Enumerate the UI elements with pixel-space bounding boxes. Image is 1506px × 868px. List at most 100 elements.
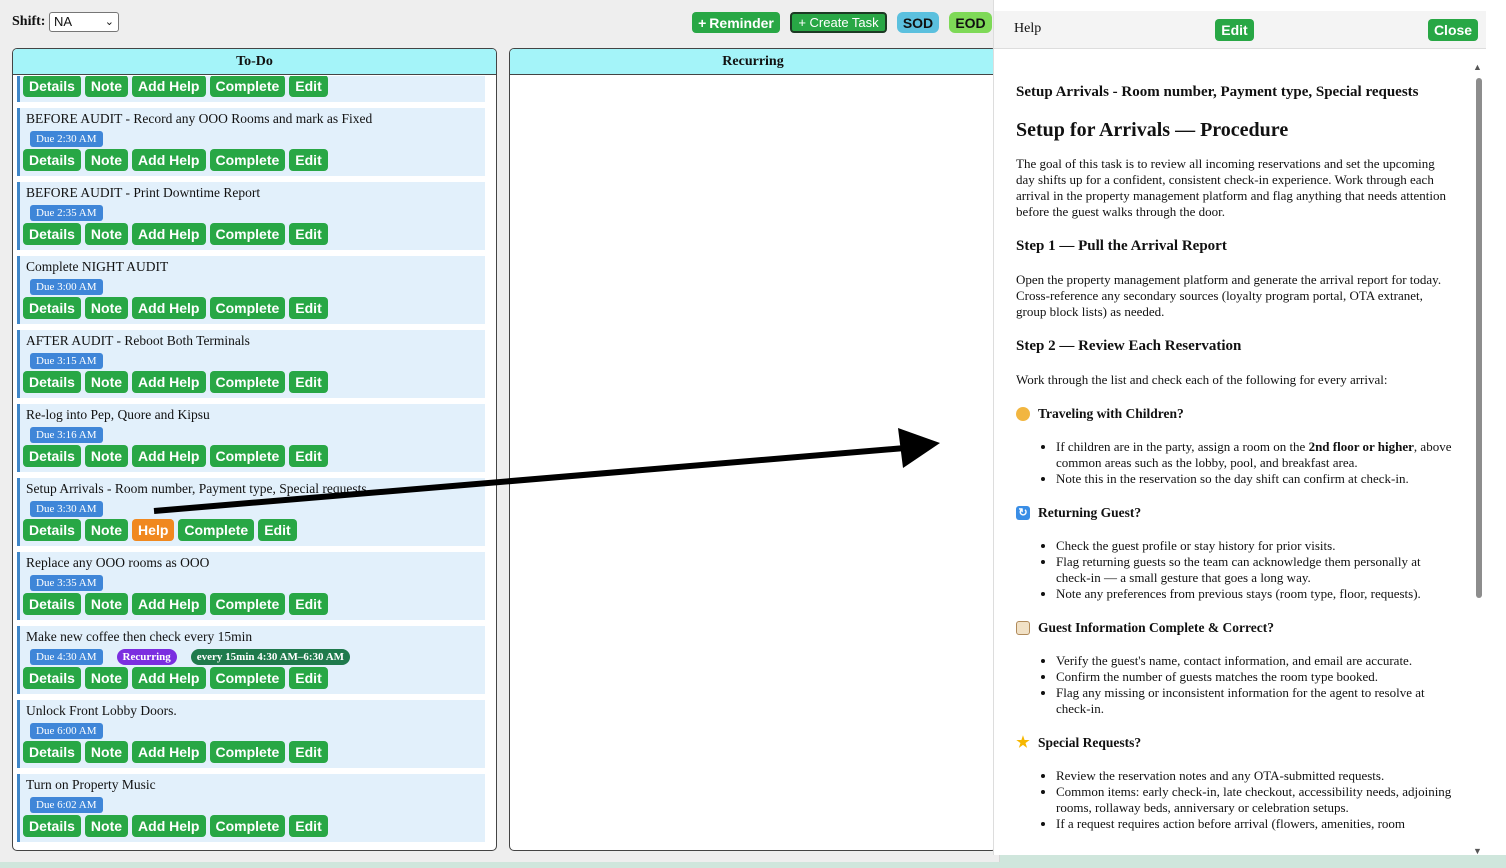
help-edit-button[interactable]: Edit bbox=[1215, 19, 1254, 41]
clipboard-icon bbox=[1016, 621, 1030, 635]
sod-button[interactable]: SOD bbox=[897, 12, 939, 33]
complete-button[interactable]: Complete bbox=[209, 76, 286, 97]
note-button[interactable]: Note bbox=[84, 667, 129, 689]
star-icon: ★ bbox=[1016, 735, 1030, 751]
complete-button[interactable]: Complete bbox=[209, 371, 286, 393]
task-card[interactable]: Make new coffee then check every 15min Du… bbox=[17, 626, 485, 694]
details-button[interactable]: Details bbox=[23, 297, 81, 319]
edit-button[interactable]: Edit bbox=[289, 445, 328, 467]
add-help-button[interactable]: Add Help bbox=[132, 76, 206, 97]
task-card[interactable]: Setup Arrivals - Room number, Payment ty… bbox=[17, 478, 485, 546]
eod-button[interactable]: EOD bbox=[949, 12, 992, 33]
scroll-down-arrow-icon[interactable]: ▼ bbox=[1473, 846, 1482, 856]
create-task-button[interactable]: + Create Task bbox=[790, 12, 887, 33]
task-actions: Details Note Add Help Complete Edit bbox=[23, 371, 328, 393]
details-button[interactable]: Details bbox=[23, 741, 81, 763]
details-button[interactable]: Details bbox=[23, 445, 81, 467]
complete-button[interactable]: Complete bbox=[209, 223, 286, 245]
scroll-up-arrow-icon[interactable]: ▲ bbox=[1473, 62, 1482, 72]
edit-button[interactable]: Edit bbox=[289, 815, 328, 837]
task-card[interactable]: Replace any OOO rooms as OOO Due 3:35 AM D… bbox=[17, 552, 485, 620]
add-help-button[interactable]: Add Help bbox=[132, 593, 206, 615]
list-item: Verify the guest's name, contact informa… bbox=[1056, 653, 1456, 669]
note-button[interactable]: Note bbox=[84, 519, 129, 541]
note-button[interactable]: Note bbox=[84, 297, 129, 319]
edit-button[interactable]: Edit bbox=[258, 519, 297, 541]
task-badges: Due 2:30 AM bbox=[30, 131, 103, 147]
task-app: Shift: NA ⌄ + Reminder + Create Task SOD… bbox=[0, 0, 1000, 862]
task-card[interactable]: Complete NIGHT AUDIT Due 3:00 AM Details No… bbox=[17, 256, 485, 324]
task-actions: Details Note Add Help Complete Edit bbox=[23, 667, 328, 689]
section-special-list: Review the reservation notes and any OTA… bbox=[1016, 768, 1456, 832]
task-title: Complete NIGHT AUDIT bbox=[26, 259, 169, 274]
edit-button[interactable]: Edit bbox=[289, 593, 328, 615]
details-button[interactable]: Details bbox=[23, 593, 81, 615]
task-title: Unlock Front Lobby Doors. bbox=[26, 703, 177, 718]
task-card[interactable]: Details Note Add Help Complete Edit bbox=[17, 76, 485, 102]
note-button[interactable]: Note bbox=[84, 741, 129, 763]
todo-task-list[interactable]: Details Note Add Help Complete Edit BEFORE AU… bbox=[17, 76, 485, 850]
edit-button[interactable]: Edit bbox=[289, 667, 328, 689]
edit-button[interactable]: Edit bbox=[289, 76, 328, 97]
task-card[interactable]: Turn on Property Music Due 6:02 AM Details… bbox=[17, 774, 485, 842]
details-button[interactable]: Details bbox=[23, 815, 81, 837]
note-button[interactable]: Note bbox=[84, 149, 129, 171]
list-item: Confirm the number of guests matches the… bbox=[1056, 669, 1456, 685]
add-help-button[interactable]: Add Help bbox=[132, 297, 206, 319]
help-close-button[interactable]: Close bbox=[1428, 19, 1478, 41]
complete-button[interactable]: Complete bbox=[209, 667, 286, 689]
edit-button[interactable]: Edit bbox=[289, 297, 328, 319]
complete-button[interactable]: Complete bbox=[209, 445, 286, 467]
details-button[interactable]: Details bbox=[23, 371, 81, 393]
details-button[interactable]: Details bbox=[23, 223, 81, 245]
add-help-button[interactable]: Add Help bbox=[132, 371, 206, 393]
add-help-button[interactable]: Add Help bbox=[132, 445, 206, 467]
due-badge: Due 3:00 AM bbox=[30, 279, 103, 295]
edit-button[interactable]: Edit bbox=[289, 223, 328, 245]
note-button[interactable]: Note bbox=[84, 76, 129, 97]
task-card[interactable]: AFTER AUDIT - Reboot Both Terminals Due 3… bbox=[17, 330, 485, 398]
add-help-button[interactable]: Add Help bbox=[132, 667, 206, 689]
complete-button[interactable]: Complete bbox=[209, 297, 286, 319]
complete-button[interactable]: Complete bbox=[209, 741, 286, 763]
shift-select[interactable]: NA ⌄ bbox=[49, 12, 119, 32]
task-card[interactable]: BEFORE AUDIT - Print Downtime Report Due … bbox=[17, 182, 485, 250]
note-button[interactable]: Note bbox=[84, 223, 129, 245]
add-help-button[interactable]: Add Help bbox=[132, 741, 206, 763]
help-button[interactable]: Help bbox=[132, 519, 175, 541]
todo-column: To-Do Details Note Add Help Complete Edit BEF… bbox=[12, 48, 497, 851]
list-item: Note any preferences from previous stays… bbox=[1056, 586, 1456, 602]
note-button[interactable]: Note bbox=[84, 371, 129, 393]
add-help-button[interactable]: Add Help bbox=[132, 149, 206, 171]
complete-button[interactable]: Complete bbox=[209, 815, 286, 837]
edit-button[interactable]: Edit bbox=[289, 371, 328, 393]
help-scrollbar-thumb[interactable] bbox=[1476, 78, 1482, 598]
due-badge: Due 3:15 AM bbox=[30, 353, 103, 369]
task-badges: Due 6:00 AM bbox=[30, 723, 103, 739]
complete-button[interactable]: Complete bbox=[178, 519, 255, 541]
reminder-label: Reminder bbox=[709, 14, 774, 31]
help-step1-title: Step 1 — Pull the Arrival Report bbox=[1016, 238, 1227, 254]
note-button[interactable]: Note bbox=[84, 815, 129, 837]
add-help-button[interactable]: Add Help bbox=[132, 815, 206, 837]
list-item: If a request requires action before arri… bbox=[1056, 816, 1456, 832]
details-button[interactable]: Details bbox=[23, 519, 81, 541]
frequency-badge: every 15min 4:30 AM–6:30 AM bbox=[190, 649, 351, 665]
recurring-column: Recurring bbox=[509, 48, 997, 851]
complete-button[interactable]: Complete bbox=[209, 149, 286, 171]
task-actions: Details Note Add Help Complete Edit bbox=[23, 223, 328, 245]
list-item-bold: 2nd floor or higher bbox=[1308, 439, 1414, 454]
complete-button[interactable]: Complete bbox=[209, 593, 286, 615]
note-button[interactable]: Note bbox=[84, 593, 129, 615]
edit-button[interactable]: Edit bbox=[289, 741, 328, 763]
add-help-button[interactable]: Add Help bbox=[132, 223, 206, 245]
add-reminder-button[interactable]: + Reminder bbox=[692, 12, 780, 33]
task-card[interactable]: Unlock Front Lobby Doors. Due 6:00 AM Deta… bbox=[17, 700, 485, 768]
details-button[interactable]: Details bbox=[23, 667, 81, 689]
task-card[interactable]: Re-log into Pep, Quore and Kipsu Due 3:16… bbox=[17, 404, 485, 472]
edit-button[interactable]: Edit bbox=[289, 149, 328, 171]
note-button[interactable]: Note bbox=[84, 445, 129, 467]
task-card[interactable]: BEFORE AUDIT - Record any OOO Rooms and … bbox=[17, 108, 485, 176]
details-button[interactable]: Details bbox=[23, 149, 81, 171]
details-button[interactable]: Details bbox=[23, 76, 81, 97]
